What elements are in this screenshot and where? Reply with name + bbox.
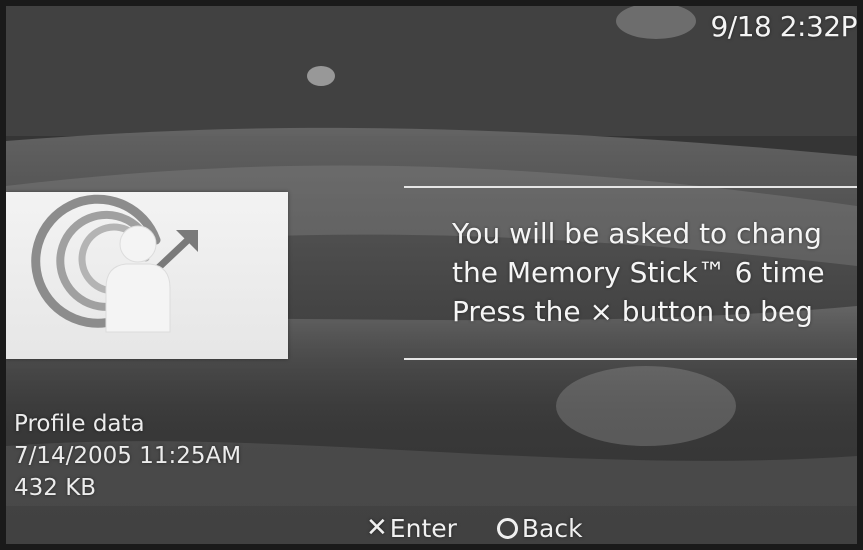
dialog-message-line: You will be asked to chang [452, 217, 822, 250]
message-divider-top [404, 186, 857, 188]
status-clock: 9/18 2:32P [710, 10, 857, 43]
circle-icon [496, 517, 518, 539]
profile-user-arrow-icon [31, 194, 198, 333]
cross-icon: ✕ [366, 513, 388, 543]
back-label: Back [521, 513, 583, 543]
dialog-message-line: Press the × button to beg [452, 295, 813, 328]
save-data-title: Profile data [14, 411, 145, 437]
psp-screen: 9/18 2:32P You will be asked to chang th… [6, 6, 857, 544]
enter-label: Enter [389, 513, 457, 543]
back-button[interactable]: Back [496, 513, 583, 543]
dialog-message-line: the Memory Stick™ 6 time [452, 256, 825, 289]
message-divider-bottom [404, 358, 857, 360]
save-data-date: 7/14/2005 11:25AM [14, 443, 242, 469]
save-data-icon-card [6, 192, 288, 359]
save-data-info: Profile data 7/14/2005 11:25AM 432 KB [14, 408, 241, 504]
enter-button[interactable]: ✕ Enter [366, 513, 457, 543]
button-hints: ✕ Enter Back [366, 513, 583, 543]
dialog-message: You will be asked to chang the Memory St… [452, 214, 857, 331]
save-data-size: 432 KB [14, 475, 97, 501]
